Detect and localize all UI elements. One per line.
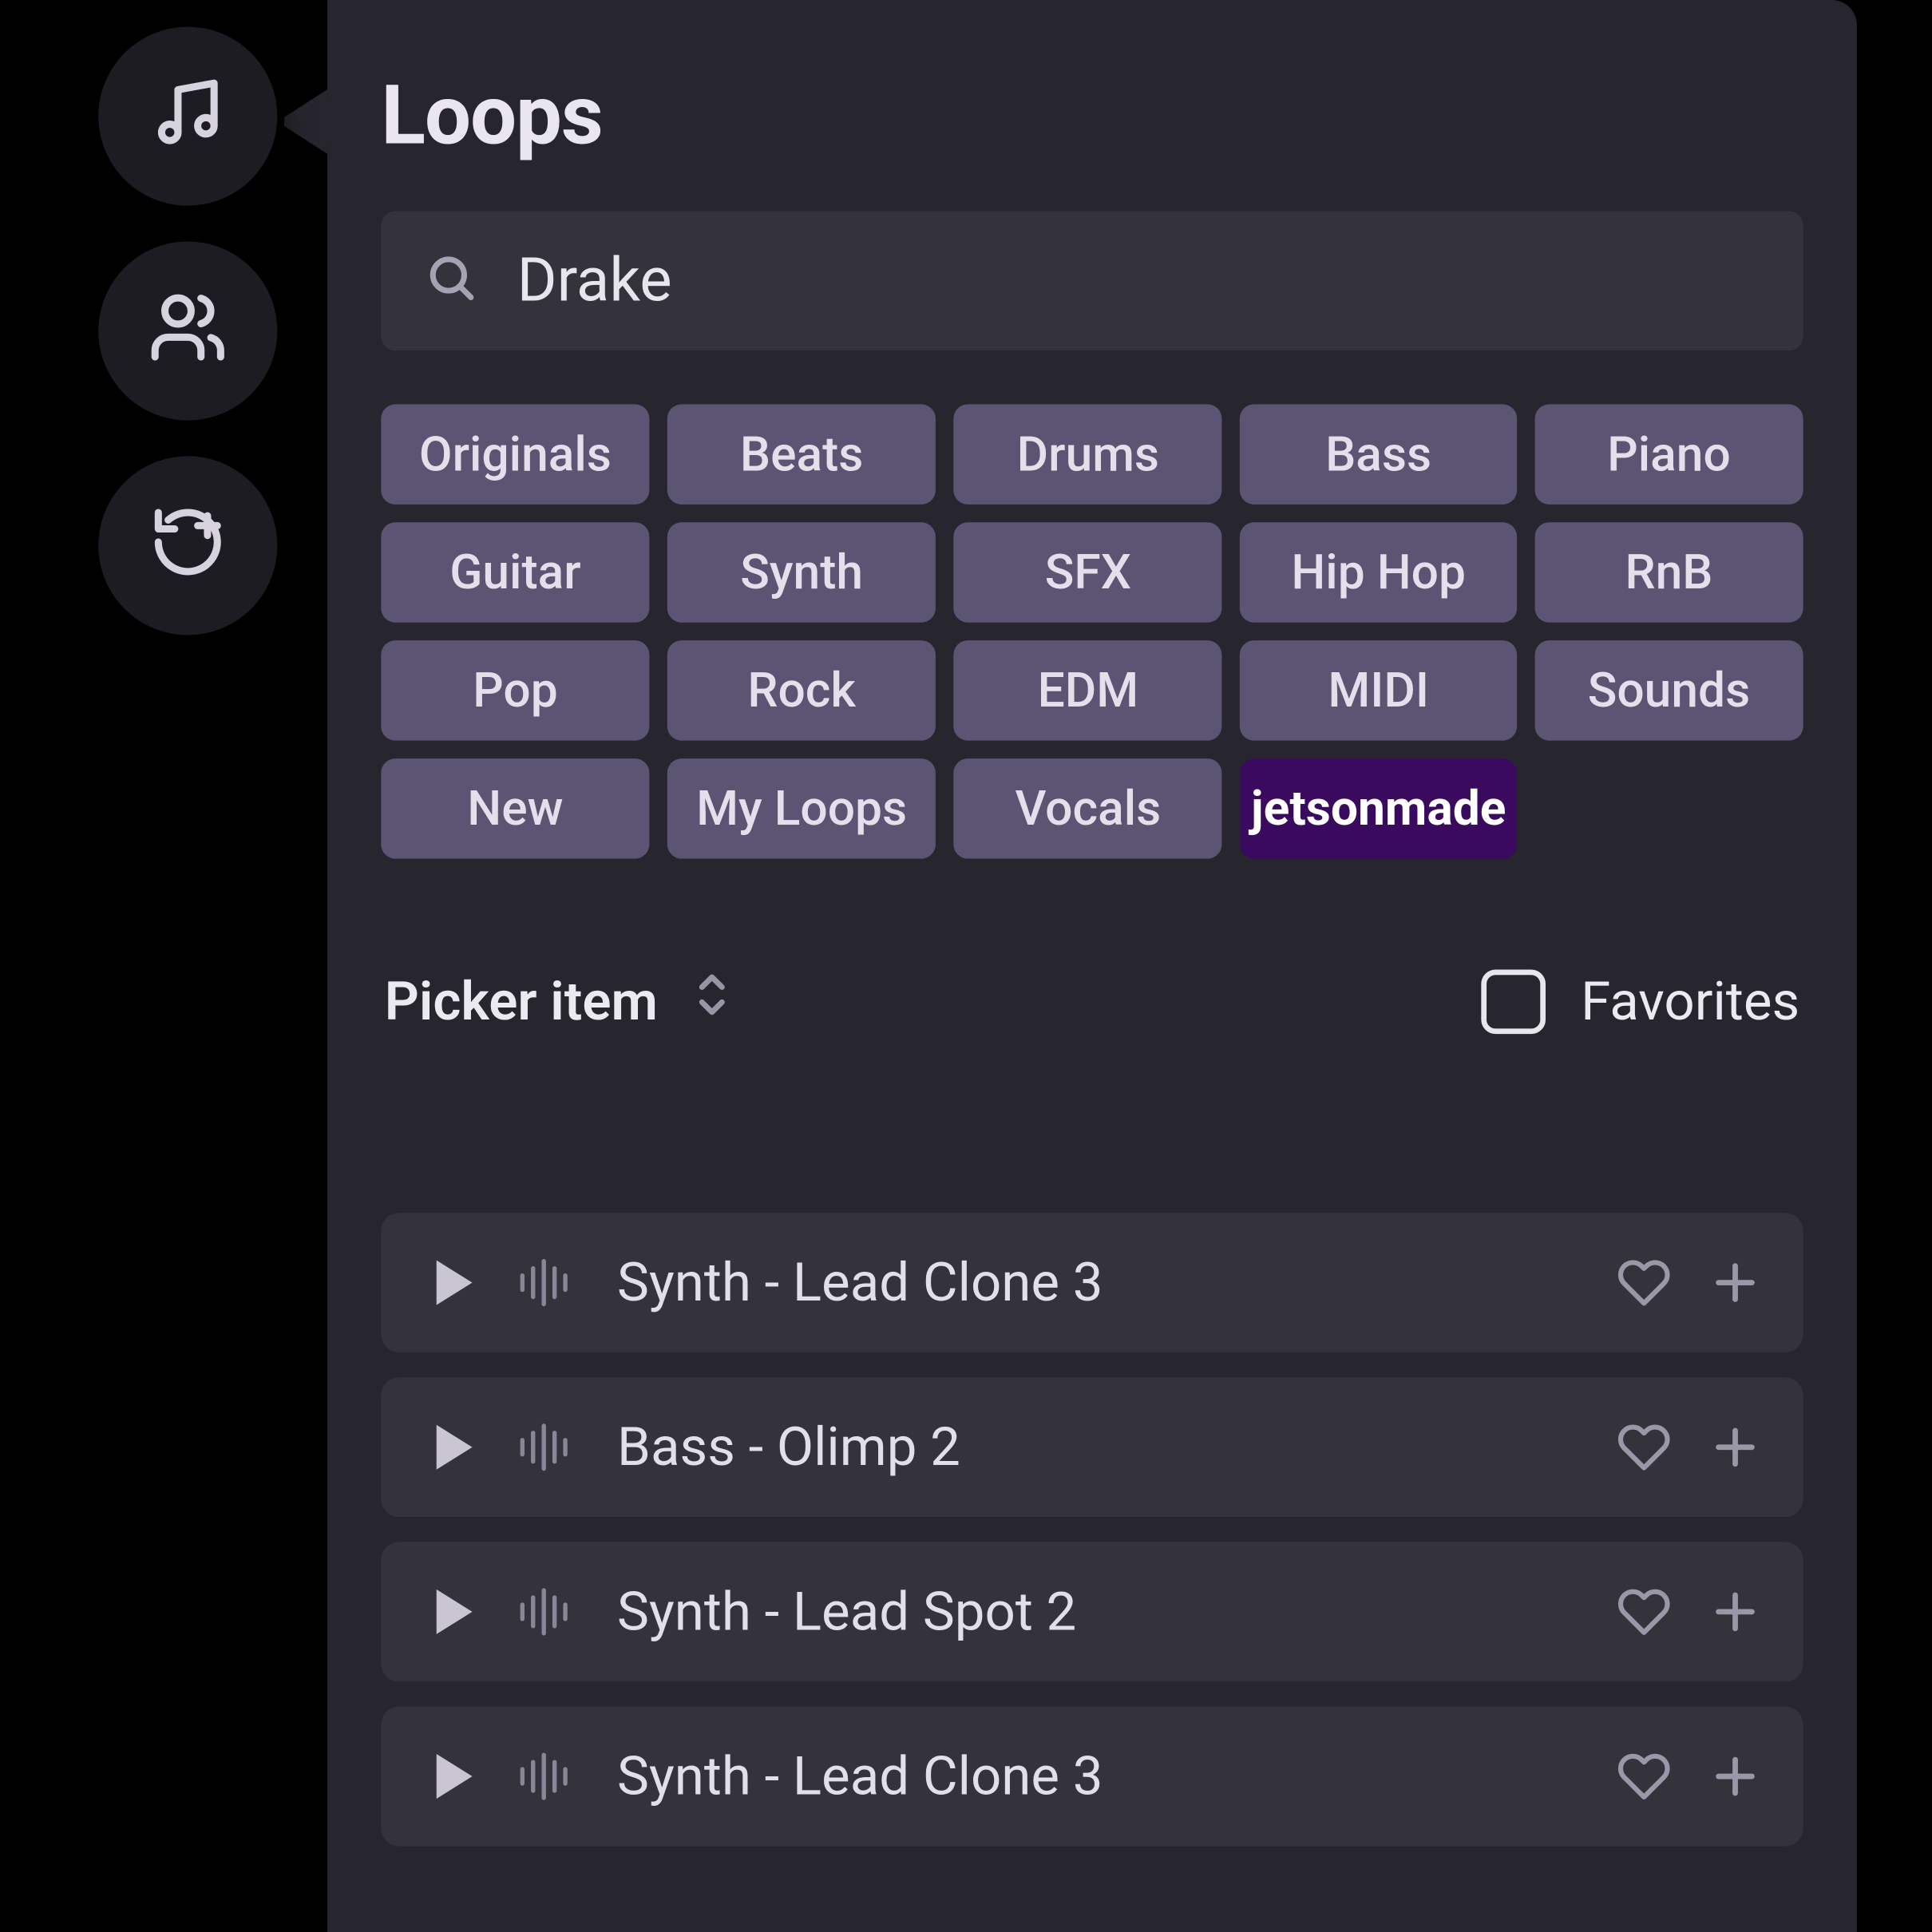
play-button[interactable] <box>431 1749 477 1803</box>
add-button[interactable] <box>1710 1422 1760 1472</box>
tag-grid: OriginalsBeatsDrumsBassPianoGuitarSynthS… <box>381 404 1803 858</box>
tag-drums[interactable]: Drums <box>954 404 1222 504</box>
sidebar-people-button[interactable] <box>98 241 277 420</box>
waveform-icon <box>517 1752 578 1802</box>
loop-plus-icon <box>148 503 228 589</box>
tag-originals[interactable]: Originals <box>381 404 649 504</box>
tag-sounds[interactable]: Sounds <box>1534 640 1803 740</box>
track-row: Synth - Lead Clone 3 <box>381 1707 1803 1847</box>
favorites-label: Favorites <box>1581 971 1799 1033</box>
favorite-button[interactable] <box>1617 1587 1671 1637</box>
tag-jetsonmade[interactable]: jetsonmade <box>1240 758 1516 858</box>
chevron-sort-icon <box>694 969 730 1034</box>
search-bar[interactable] <box>381 211 1803 350</box>
sort-picker[interactable]: Picker item <box>385 969 730 1034</box>
track-name: Synth - Lead Spot 2 <box>617 1581 1578 1643</box>
music-note-icon <box>148 73 228 160</box>
track-row: Synth - Lead Clone 3 <box>381 1213 1803 1352</box>
favorites-checkbox[interactable] <box>1481 969 1546 1034</box>
tag-edm[interactable]: EDM <box>954 640 1222 740</box>
favorite-button[interactable] <box>1617 1422 1671 1472</box>
tag-sfx[interactable]: SFX <box>954 522 1222 622</box>
tag-bass[interactable]: Bass <box>1240 404 1516 504</box>
track-name: Bass - Olimp 2 <box>617 1416 1578 1479</box>
tag-my-loops[interactable]: My Loops <box>667 758 936 858</box>
tag-guitar[interactable]: Guitar <box>381 522 649 622</box>
sidebar-loop-plus-button[interactable] <box>98 456 277 635</box>
waveform-icon <box>517 1422 578 1472</box>
tag-new[interactable]: New <box>381 758 649 858</box>
tag-rock[interactable]: Rock <box>667 640 936 740</box>
track-row: Synth - Lead Spot 2 <box>381 1542 1803 1682</box>
sidebar-rail <box>98 27 277 635</box>
track-name: Synth - Lead Clone 3 <box>617 1251 1578 1313</box>
track-name: Synth - Lead Clone 3 <box>617 1745 1578 1807</box>
play-button[interactable] <box>431 1585 477 1638</box>
play-button[interactable] <box>431 1420 477 1474</box>
track-list: Synth - Lead Clone 3 Bass - Olimp 2 Synth … <box>381 1213 1803 1846</box>
waveform-icon <box>517 1257 578 1308</box>
sidebar-loops-button[interactable] <box>98 27 277 206</box>
tag-synth[interactable]: Synth <box>667 522 936 622</box>
add-button[interactable] <box>1710 1257 1760 1308</box>
favorite-button[interactable] <box>1617 1257 1671 1308</box>
tag-rnb[interactable]: RnB <box>1534 522 1803 622</box>
tag-beats[interactable]: Beats <box>667 404 936 504</box>
tag-midi[interactable]: MIDI <box>1240 640 1516 740</box>
loops-panel: Loops OriginalsBeatsDrumsBassPiano Guitar… <box>327 0 1857 1932</box>
sidebar-active-pointer <box>277 89 327 154</box>
track-row: Bass - Olimp 2 <box>381 1377 1803 1517</box>
picker-row: Picker item Favorites <box>381 969 1803 1034</box>
search-input[interactable] <box>517 245 1760 317</box>
tag-pop[interactable]: Pop <box>381 640 649 740</box>
tag-hip-hop[interactable]: Hip Hop <box>1240 522 1516 622</box>
panel-title: Loops <box>381 68 1803 164</box>
favorite-button[interactable] <box>1617 1752 1671 1802</box>
play-button[interactable] <box>431 1256 477 1309</box>
tag-piano[interactable]: Piano <box>1534 404 1803 504</box>
search-icon <box>424 251 477 311</box>
tag-vocals[interactable]: Vocals <box>954 758 1222 858</box>
people-icon <box>148 288 228 374</box>
add-button[interactable] <box>1710 1752 1760 1802</box>
add-button[interactable] <box>1710 1587 1760 1637</box>
favorites-toggle[interactable]: Favorites <box>1481 969 1799 1034</box>
waveform-icon <box>517 1587 578 1637</box>
sort-picker-label: Picker item <box>385 971 658 1033</box>
